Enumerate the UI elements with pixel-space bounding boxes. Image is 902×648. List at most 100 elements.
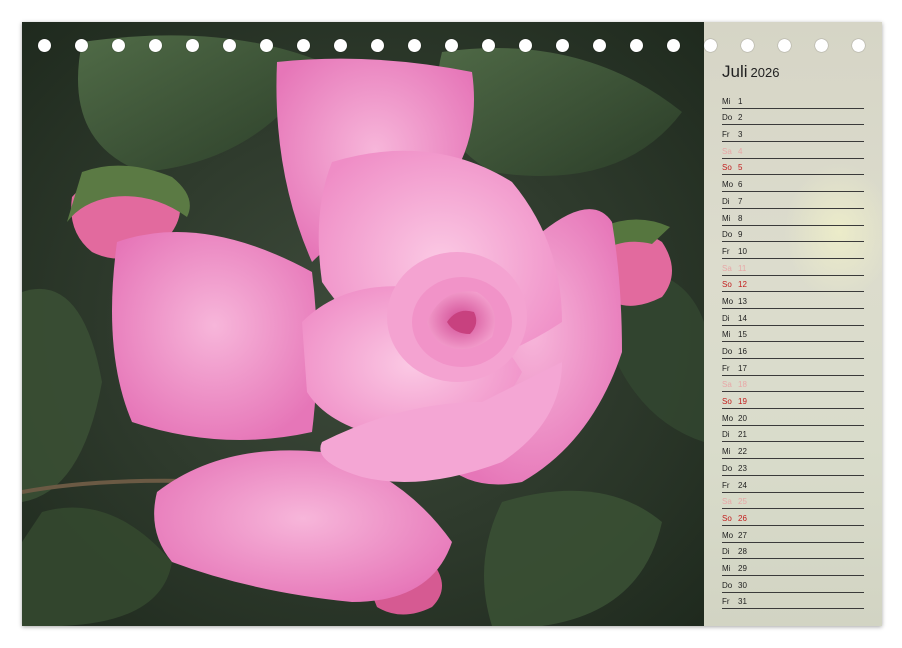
day-number: 10 bbox=[738, 246, 747, 256]
weekday-label: Di bbox=[722, 313, 730, 323]
calendar-page: Juli 2026 Mi 1 Do 2 Fr 3 Sa 4 So 5 Mo 6 Di 7 Mi 8 Do 9 Fr 10… bbox=[22, 22, 882, 626]
day-number: 4 bbox=[738, 146, 743, 156]
day-number: 12 bbox=[738, 280, 747, 290]
day-number: 23 bbox=[738, 463, 747, 473]
binding-ring-icon bbox=[556, 39, 569, 52]
binding-ring-icon bbox=[223, 39, 236, 52]
day-row: Do 2 bbox=[722, 109, 864, 126]
binding-ring-icon bbox=[445, 39, 458, 52]
day-row: So 19 bbox=[722, 392, 864, 410]
day-number: 8 bbox=[738, 213, 743, 223]
day-number: 14 bbox=[738, 313, 747, 323]
day-row: Fr 3 bbox=[722, 125, 864, 143]
weekday-label: Fr bbox=[722, 130, 730, 140]
day-number: 31 bbox=[738, 597, 747, 607]
day-row: So 12 bbox=[722, 276, 864, 293]
day-row: Fr 10 bbox=[722, 242, 864, 259]
day-number: 25 bbox=[738, 497, 747, 507]
day-number: 26 bbox=[738, 513, 747, 523]
day-row: Sa 4 bbox=[722, 142, 864, 159]
weekday-label: Mo bbox=[722, 180, 734, 190]
day-number: 11 bbox=[738, 263, 747, 273]
day-row: Do 16 bbox=[722, 342, 864, 359]
binding-ring-icon bbox=[630, 39, 643, 52]
day-number: 17 bbox=[738, 363, 747, 373]
weekday-label: Mo bbox=[722, 530, 734, 540]
day-row: Mo 27 bbox=[722, 526, 864, 543]
binding-ring-icon bbox=[334, 39, 347, 52]
day-row: Fr 24 bbox=[722, 476, 864, 493]
weekday-label: So bbox=[722, 163, 732, 173]
day-number: 3 bbox=[738, 130, 743, 140]
month-label: Juli bbox=[722, 62, 748, 81]
day-list: Mi 1 Do 2 Fr 3 Sa 4 So 5 Mo 6 Di 7 Mi 8 Do 9 Fr 10 Sa 11 So 12 M… bbox=[722, 92, 864, 610]
day-row: Mi 1 bbox=[722, 92, 864, 109]
day-number: 22 bbox=[738, 447, 747, 457]
day-number: 5 bbox=[738, 163, 743, 173]
binding-ring-icon bbox=[704, 39, 717, 52]
binding-ring-icon bbox=[75, 39, 88, 52]
binding-ring-icon bbox=[149, 39, 162, 52]
binding-ring-icon bbox=[815, 39, 828, 52]
day-row: So 5 bbox=[722, 159, 864, 176]
weekday-label: Mo bbox=[722, 296, 734, 306]
binding-ring-icon bbox=[297, 39, 310, 52]
binding-ring-icon bbox=[38, 39, 51, 52]
day-number: 21 bbox=[738, 430, 747, 440]
weekday-label: Sa bbox=[722, 497, 732, 507]
day-number: 7 bbox=[738, 196, 743, 206]
weekday-label: Sa bbox=[722, 263, 732, 273]
weekday-label: Mi bbox=[722, 447, 731, 457]
day-row: Sa 25 bbox=[722, 493, 864, 510]
binding-ring-icon bbox=[593, 39, 606, 52]
weekday-label: Fr bbox=[722, 597, 730, 607]
day-number: 2 bbox=[738, 113, 743, 123]
pink-rose-icon bbox=[22, 22, 704, 626]
day-row: Fr 17 bbox=[722, 359, 864, 376]
day-row: Fr 31 bbox=[722, 593, 864, 610]
binding-ring-icon bbox=[741, 39, 754, 52]
year-label: 2026 bbox=[750, 65, 780, 80]
day-row: Sa 11 bbox=[722, 259, 864, 276]
day-row: Mi 22 bbox=[722, 442, 864, 460]
weekday-label: Di bbox=[722, 196, 730, 206]
weekday-label: Mi bbox=[722, 96, 731, 106]
weekday-label: Di bbox=[722, 547, 730, 557]
binding-ring-icon bbox=[482, 39, 495, 52]
day-number: 13 bbox=[738, 296, 747, 306]
day-number: 30 bbox=[738, 580, 747, 590]
day-number: 1 bbox=[738, 96, 743, 106]
day-number: 28 bbox=[738, 547, 747, 557]
day-row: Mi 29 bbox=[722, 559, 864, 576]
date-panel: Juli 2026 Mi 1 Do 2 Fr 3 Sa 4 So 5 Mo 6 Di 7 Mi 8 Do 9 Fr 10… bbox=[704, 22, 882, 626]
weekday-label: Sa bbox=[722, 146, 732, 156]
weekday-label: So bbox=[722, 280, 732, 290]
weekday-label: Mi bbox=[722, 563, 731, 573]
binding-ring-icon bbox=[408, 39, 421, 52]
weekday-label: Do bbox=[722, 347, 733, 356]
day-number: 18 bbox=[738, 380, 747, 390]
binding-ring-icon bbox=[260, 39, 273, 52]
day-row: Di 28 bbox=[722, 543, 864, 560]
binding-ring-icon bbox=[112, 39, 125, 52]
day-row: Mo 20 bbox=[722, 409, 864, 426]
weekday-label: Sa bbox=[722, 380, 732, 390]
weekday-label: So bbox=[722, 397, 732, 407]
day-number: 24 bbox=[738, 480, 747, 490]
weekday-label: Mo bbox=[722, 413, 734, 423]
day-number: 20 bbox=[738, 413, 747, 423]
weekday-label: Di bbox=[722, 430, 730, 440]
weekday-label: Do bbox=[722, 463, 733, 473]
day-row: Di 21 bbox=[722, 426, 864, 443]
weekday-label: Do bbox=[722, 580, 733, 590]
binding-ring-icon bbox=[852, 39, 865, 52]
weekday-label: Mi bbox=[722, 330, 731, 340]
weekday-label: Do bbox=[722, 230, 733, 240]
day-number: 29 bbox=[738, 563, 747, 573]
day-number: 27 bbox=[738, 530, 747, 540]
day-number: 9 bbox=[738, 230, 743, 240]
day-number: 6 bbox=[738, 180, 743, 190]
binding-rings bbox=[22, 39, 882, 57]
day-number: 19 bbox=[738, 397, 747, 407]
month-title: Juli 2026 bbox=[722, 62, 779, 82]
